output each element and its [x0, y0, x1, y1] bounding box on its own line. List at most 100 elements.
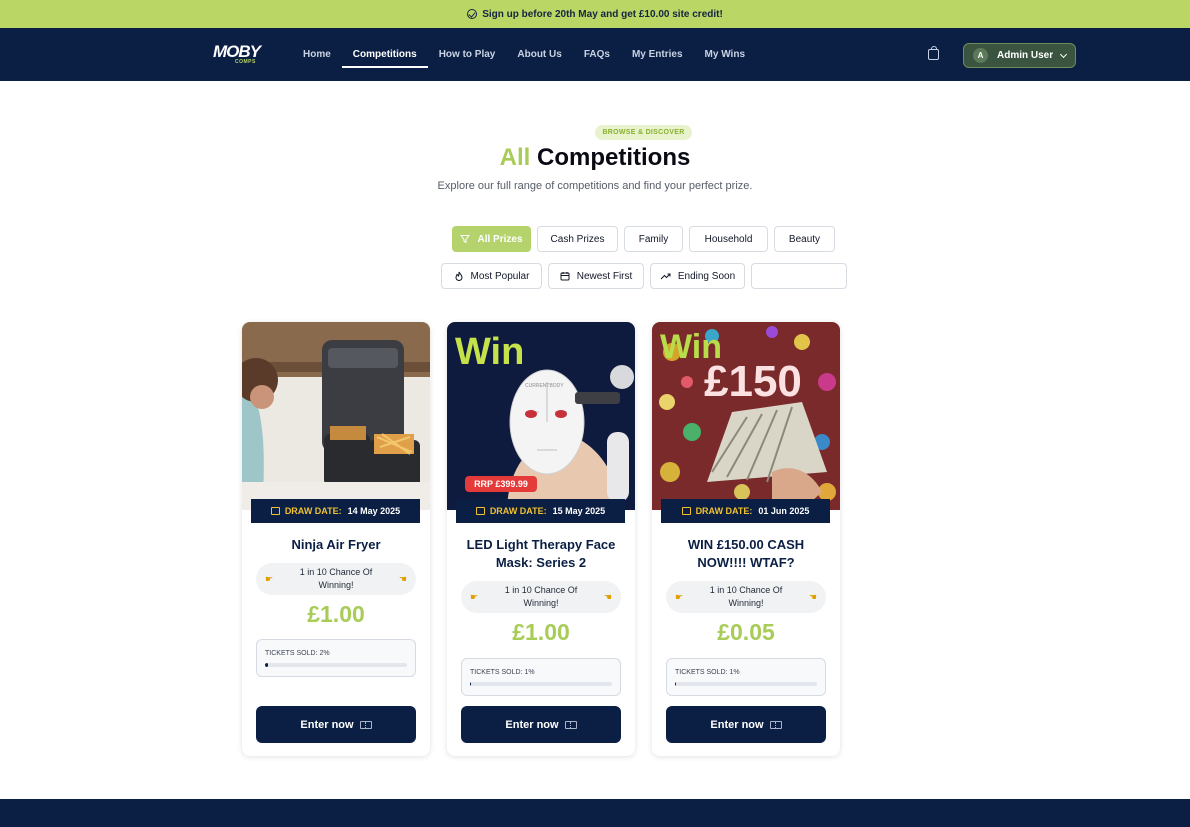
sort-ending-soon[interactable]: Ending Soon — [650, 263, 745, 289]
promo-text: Sign up before 20th May and get £10.00 s… — [482, 8, 723, 20]
page-title: All Competitions — [0, 144, 1190, 172]
sort-label: Most Popular — [470, 270, 530, 282]
page-title-accent: All — [499, 144, 531, 171]
competition-card[interactable]: DRAW DATE: 14 May 2025 Ninja Air Fryer ☛… — [242, 322, 430, 756]
nav-link-competitions[interactable]: Competitions — [341, 28, 428, 81]
draw-date-label: DRAW DATE: — [284, 506, 342, 516]
nav-link-about-us[interactable]: About Us — [506, 28, 572, 81]
chevron-down-icon — [1060, 50, 1068, 58]
ticket-icon — [359, 720, 372, 729]
nav-link-how-to-play[interactable]: How to Play — [428, 28, 507, 81]
flame-icon — [455, 271, 463, 281]
enter-now-label: Enter now — [505, 718, 559, 731]
pointing-hand-icon: ☛ — [265, 573, 274, 584]
nav-link-faqs[interactable]: FAQs — [573, 28, 621, 81]
user-name: Admin User — [997, 50, 1054, 61]
filter-family[interactable]: Family — [624, 226, 683, 252]
chance-text: 1 in 10 Chance Of Winning! — [504, 585, 578, 608]
enter-now-label: Enter now — [710, 718, 764, 731]
nav-link-my-entries[interactable]: My Entries — [621, 28, 694, 81]
brand-text: CURRENTBODY — [525, 383, 564, 389]
user-menu-button[interactable]: A Admin User — [963, 43, 1076, 68]
enter-now-button[interactable]: Enter now — [461, 706, 621, 743]
page-subtitle: Explore our full range of competitions a… — [437, 180, 753, 192]
tickets-sold: TICKETS SOLD: 1% — [461, 658, 621, 696]
progress-fill — [675, 682, 677, 686]
card-image[interactable] — [242, 322, 430, 510]
logo[interactable]: MOBY COMPS — [213, 42, 267, 68]
chance-pill: ☛ 1 in 10 Chance Of Winning! ☚ — [666, 581, 826, 613]
tickets-sold-label: TICKETS SOLD: 1% — [675, 669, 740, 676]
card-title[interactable]: Ninja Air Fryer — [252, 536, 420, 554]
competition-card[interactable]: Win CURRENTBODY RRP £399.99 DRAW DATE: 1… — [447, 322, 635, 756]
sort-options: Most Popular Newest First Ending Soon — [441, 263, 847, 289]
filter-label: All Prizes — [477, 233, 523, 245]
progress-track — [470, 682, 612, 686]
pointing-hand-icon: ☛ — [470, 591, 479, 602]
progress-track — [265, 663, 407, 667]
draw-date-value: 01 Jun 2025 — [758, 506, 810, 516]
image-win-text: Win — [455, 331, 524, 373]
draw-date-value: 14 May 2025 — [347, 506, 401, 516]
category-filters: All Prizes Cash Prizes Family Household … — [452, 226, 841, 252]
pointing-hand-icon: ☛ — [675, 591, 684, 602]
filter-beauty[interactable]: Beauty — [774, 226, 835, 252]
ticket-price: £0.05 — [717, 619, 775, 645]
rrp-badge: RRP £399.99 — [474, 479, 528, 489]
draw-date-value: 15 May 2025 — [552, 506, 606, 516]
draw-date-banner: DRAW DATE: 15 May 2025 — [456, 499, 625, 523]
calendar-icon — [270, 507, 280, 515]
promo-bar: Sign up before 20th May and get £10.00 s… — [0, 0, 1190, 28]
progress-track — [675, 682, 817, 686]
calendar-icon — [560, 272, 570, 281]
tickets-sold-label: TICKETS SOLD: 2% — [265, 650, 330, 657]
filter-all-prizes[interactable]: All Prizes — [452, 226, 531, 252]
draw-date-banner: DRAW DATE: 14 May 2025 — [251, 499, 420, 523]
logo-sub: COMPS — [235, 59, 256, 65]
basket-icon[interactable] — [928, 46, 939, 60]
draw-date-label: DRAW DATE: — [695, 506, 753, 516]
filter-cash-prizes[interactable]: Cash Prizes — [537, 226, 618, 252]
calendar-icon — [475, 507, 485, 515]
tickets-sold: TICKETS SOLD: 1% — [666, 658, 826, 696]
filter-icon — [460, 235, 471, 244]
sort-most-popular[interactable]: Most Popular — [441, 263, 542, 289]
trending-icon — [660, 273, 671, 280]
card-title[interactable]: WIN £150.00 CASH NOW!!!! WTAF? — [662, 536, 830, 572]
sort-newest-first[interactable]: Newest First — [548, 263, 644, 289]
pointing-hand-icon: ☚ — [398, 573, 407, 584]
draw-date-banner: DRAW DATE: 01 Jun 2025 — [661, 499, 830, 523]
image-amount-text: £150 — [704, 357, 802, 406]
enter-now-button[interactable]: Enter now — [256, 706, 416, 743]
pointing-hand-icon: ☚ — [603, 591, 612, 602]
face-mask-image: Win CURRENTBODY RRP £399.99 — [447, 322, 635, 510]
nav-links: Home Competitions How to Play About Us F… — [292, 28, 756, 81]
enter-now-label: Enter now — [300, 718, 354, 731]
check-circle-icon — [467, 9, 478, 19]
avatar: A — [973, 48, 988, 63]
ticket-price: £1.00 — [512, 619, 570, 645]
nav-link-home[interactable]: Home — [292, 28, 342, 81]
ticket-icon — [564, 720, 577, 729]
card-image[interactable]: Win £150 — [652, 322, 840, 510]
chance-pill: ☛ 1 in 10 Chance Of Winning! ☚ — [461, 581, 621, 613]
search-input[interactable] — [751, 263, 847, 289]
footer — [0, 799, 1190, 827]
tickets-sold: TICKETS SOLD: 2% — [256, 639, 416, 677]
air-fryer-image — [242, 322, 430, 510]
filter-household[interactable]: Household — [689, 226, 768, 252]
enter-now-button[interactable]: Enter now — [666, 706, 826, 743]
card-title[interactable]: LED Light Therapy Face Mask: Series 2 — [457, 536, 625, 572]
navbar: MOBY COMPS Home Competitions How to Play… — [0, 28, 1190, 81]
progress-fill — [265, 663, 268, 667]
competition-card[interactable]: Win £150 DRAW DATE: 01 Jun 2025 WIN £150… — [652, 322, 840, 756]
sort-label: Newest First — [576, 270, 633, 282]
pointing-hand-icon: ☚ — [808, 591, 817, 602]
section-badge: BROWSE & DISCOVER — [595, 125, 692, 140]
nav-link-my-wins[interactable]: My Wins — [694, 28, 756, 81]
draw-date-label: DRAW DATE: — [489, 506, 547, 516]
tickets-sold-label: TICKETS SOLD: 1% — [470, 669, 535, 676]
calendar-icon — [681, 507, 691, 515]
card-image[interactable]: Win CURRENTBODY RRP £399.99 — [447, 322, 635, 510]
ticket-icon — [769, 720, 782, 729]
